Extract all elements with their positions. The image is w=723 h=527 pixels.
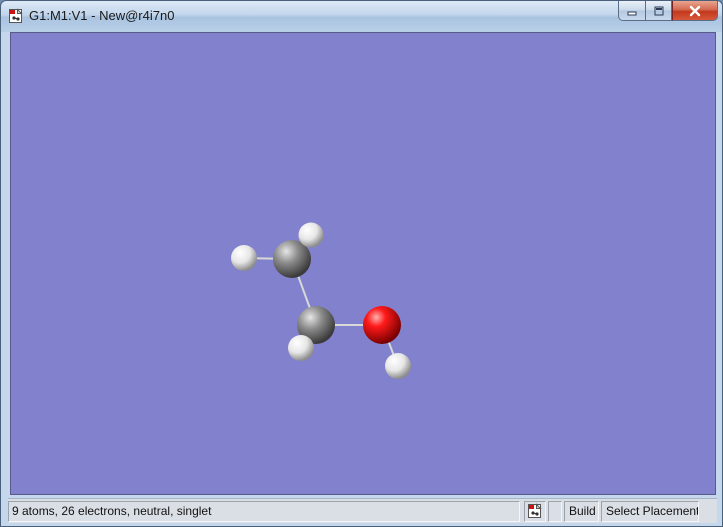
- molecule-file-icon: [528, 503, 542, 518]
- minimize-icon: [627, 11, 637, 15]
- build-status[interactable]: Build: [564, 501, 599, 522]
- close-button[interactable]: [672, 1, 718, 21]
- placement-mode-status[interactable]: Select Placement: [601, 501, 699, 522]
- caption-buttons: [618, 1, 718, 21]
- atom-h-methyl-top[interactable]: [298, 222, 324, 248]
- minimize-button[interactable]: [618, 1, 645, 21]
- bonds: [243, 234, 399, 367]
- molecule-canvas[interactable]: [11, 33, 715, 494]
- maximize-button[interactable]: [645, 1, 672, 21]
- atom-o[interactable]: [363, 306, 401, 344]
- gaussview-window: G1:M1:V1 - New@r4i7n0 9 atoms, 26 electr…: [0, 0, 723, 527]
- molecule-summary: 9 atoms, 26 electrons, neutral, singlet: [8, 501, 520, 522]
- window-title: G1:M1:V1 - New@r4i7n0: [29, 8, 175, 23]
- molecule-viewport[interactable]: [10, 32, 716, 495]
- atom-h-methyl-left[interactable]: [231, 245, 257, 271]
- maximize-icon: [654, 6, 663, 15]
- status-file-button[interactable]: [524, 501, 546, 522]
- title-bar[interactable]: G1:M1:V1 - New@r4i7n0: [1, 1, 722, 31]
- atom-h-hydroxyl[interactable]: [385, 353, 411, 379]
- status-blank-cell: [548, 501, 562, 522]
- atom-h-carbinol[interactable]: [288, 335, 314, 361]
- gaussview-molecule-icon[interactable]: [8, 8, 24, 24]
- status-bar: 9 atoms, 26 electrons, neutral, singlet …: [8, 498, 717, 523]
- close-icon: [689, 5, 701, 16]
